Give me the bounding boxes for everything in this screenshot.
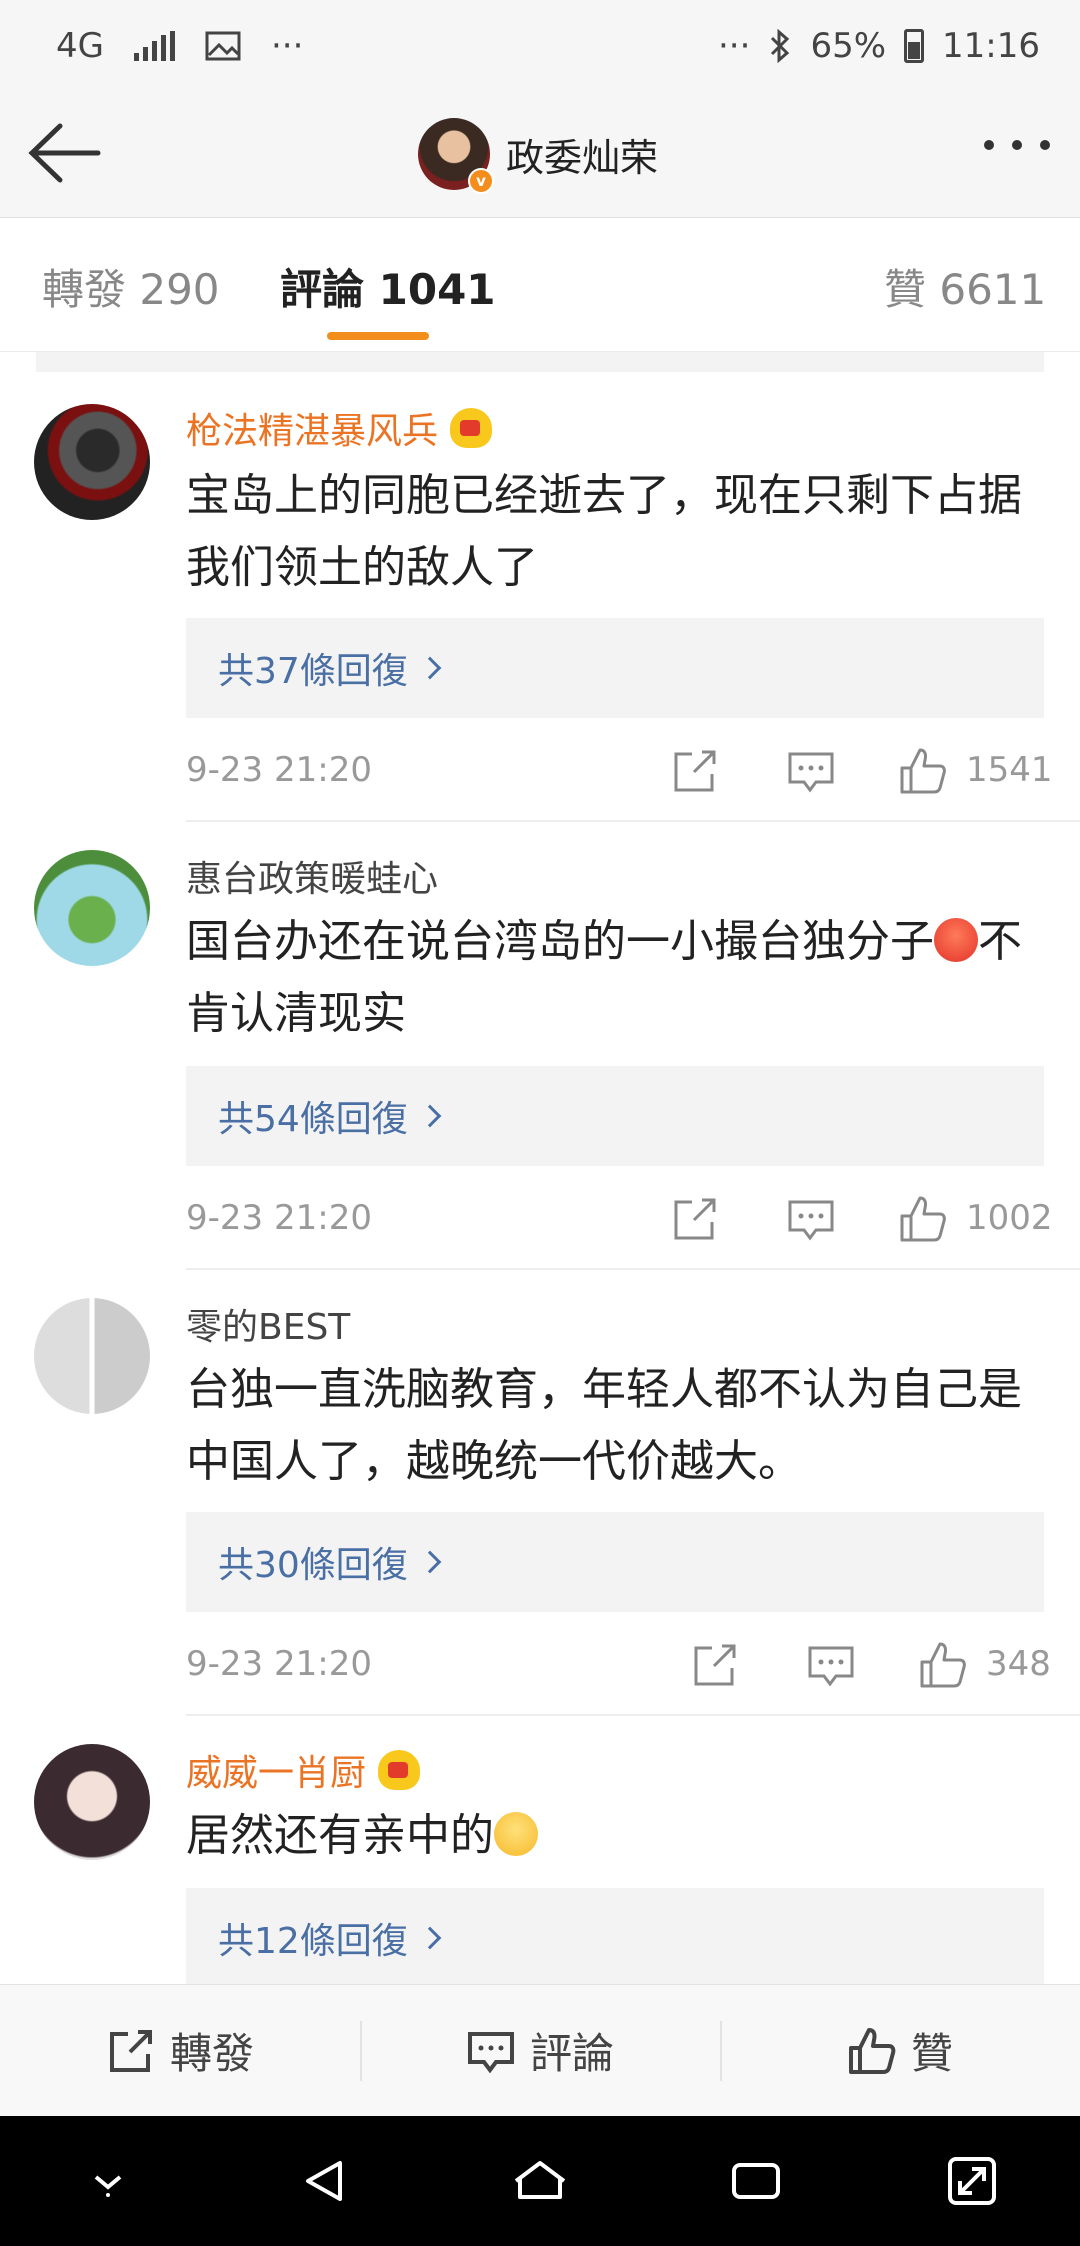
share-icon[interactable] bbox=[670, 746, 720, 796]
home-icon[interactable] bbox=[510, 2151, 570, 2211]
tab-reposts[interactable]: 轉發 290 bbox=[42, 256, 220, 317]
comment-text: 台独一直洗脑教育，年轻人都不认为自己是中国人了，越晚统一代价越大。 bbox=[186, 1364, 1022, 1487]
battery-icon bbox=[904, 29, 925, 63]
comment-icon bbox=[467, 2031, 514, 2073]
share-icon[interactable] bbox=[690, 1640, 740, 1690]
divider bbox=[186, 1268, 1080, 1270]
clock: 11:16 bbox=[942, 26, 1040, 66]
comment-text-part: 国台办还在说台湾岛的一小撮台独分子 bbox=[186, 916, 934, 967]
repost-label: 轉發 bbox=[169, 2029, 254, 2078]
tab-bar: 轉發 290 評論 1041 贊 6611 bbox=[0, 218, 1080, 352]
divider bbox=[186, 1714, 1080, 1716]
image-icon bbox=[205, 31, 241, 61]
replies-link[interactable]: 共37條回復 bbox=[186, 618, 1044, 718]
crying-emoji-icon bbox=[494, 1812, 538, 1856]
username[interactable]: 惠台政策暖蛙心 bbox=[186, 850, 438, 902]
recent-apps-icon[interactable] bbox=[726, 2151, 786, 2211]
avatar[interactable] bbox=[34, 850, 150, 966]
comment-meta: 9-23 21:20 1002 bbox=[186, 1188, 1053, 1248]
share-icon bbox=[109, 2029, 152, 2072]
tab-indicator bbox=[327, 332, 429, 340]
comment-text-part: 居然还有亲中的 bbox=[186, 1810, 494, 1861]
avatar[interactable]: v bbox=[418, 118, 494, 194]
system-nav-bar bbox=[0, 2116, 1080, 2246]
avatar[interactable] bbox=[34, 1298, 150, 1414]
like-button[interactable]: 贊 bbox=[720, 1985, 1080, 2116]
replies-count[interactable]: 共54條回復 bbox=[218, 1090, 408, 1142]
vip-crown-icon bbox=[450, 408, 493, 448]
like-icon bbox=[848, 2027, 896, 2074]
chevron-right-icon bbox=[418, 656, 442, 680]
verified-badge-icon: v bbox=[468, 168, 494, 194]
status-bar: 4G ··· ··· 65% 11:16 bbox=[0, 0, 1080, 92]
more-options-icon[interactable] bbox=[984, 140, 1050, 150]
comment-icon[interactable] bbox=[806, 1640, 856, 1690]
expand-icon[interactable] bbox=[942, 2151, 1002, 2211]
back-triangle-icon[interactable] bbox=[294, 2151, 354, 2211]
comment-icon[interactable] bbox=[786, 1194, 836, 1244]
status-right: ··· 65% 11:16 bbox=[718, 26, 1040, 66]
replies-count[interactable]: 共12條回復 bbox=[218, 1912, 408, 1964]
bottom-action-bar: 轉發 評論 贊 bbox=[0, 1984, 1080, 2116]
comment-meta: 9-23 21:20 348 bbox=[186, 1634, 1051, 1694]
chevron-right-icon bbox=[418, 1550, 442, 1574]
comment-button[interactable]: 評論 bbox=[360, 1985, 720, 2116]
timestamp: 9-23 21:20 bbox=[186, 1644, 372, 1684]
like-count: 1541 bbox=[966, 750, 1053, 790]
like-label: 贊 bbox=[910, 2029, 953, 2078]
status-more-right: ··· bbox=[718, 26, 751, 66]
comment-icon[interactable] bbox=[786, 746, 836, 796]
repost-button[interactable]: 轉發 bbox=[0, 1985, 360, 2116]
tab-comments[interactable]: 評論 1041 bbox=[280, 256, 496, 317]
username[interactable]: 零的BEST bbox=[186, 1298, 350, 1350]
back-arrow-icon[interactable] bbox=[26, 118, 106, 188]
comment-text: 宝岛上的同胞已经逝去了，现在只剩下占据我们领土的敌人了 bbox=[186, 470, 1022, 593]
vip-crown-icon bbox=[378, 1750, 421, 1790]
tab-likes[interactable]: 贊 6611 bbox=[884, 256, 1046, 317]
like-icon[interactable] bbox=[898, 746, 948, 796]
nav-bar: v 政委灿荣 bbox=[0, 92, 1080, 218]
status-left: 4G ··· bbox=[56, 26, 303, 66]
replies-link[interactable]: 共30條回復 bbox=[186, 1512, 1044, 1612]
like-icon[interactable] bbox=[918, 1640, 968, 1690]
chevron-right-icon bbox=[418, 1926, 442, 1950]
replies-link[interactable]: 共54條回復 bbox=[186, 1066, 1044, 1166]
avatar[interactable] bbox=[34, 404, 150, 520]
signal-icon bbox=[133, 31, 175, 61]
page-title: 政委灿荣 bbox=[506, 135, 659, 180]
like-count: 1002 bbox=[966, 1198, 1053, 1238]
like-count: 348 bbox=[986, 1644, 1051, 1684]
comment-text: 国台办还在说台湾岛的一小撮台独分子 不肯认清现实 bbox=[186, 906, 1046, 1050]
angry-emoji-icon bbox=[934, 918, 978, 962]
nav-profile[interactable]: v 政委灿荣 bbox=[418, 118, 659, 194]
comment-label: 評論 bbox=[529, 2029, 614, 2078]
like-icon[interactable] bbox=[898, 1194, 948, 1244]
divider bbox=[186, 820, 1080, 822]
timestamp: 9-23 21:20 bbox=[186, 750, 372, 790]
comment-text: 居然还有亲中的 bbox=[186, 1800, 1046, 1872]
replies-link[interactable]: 共12條回復 bbox=[186, 1888, 1044, 1988]
divider bbox=[36, 352, 1044, 372]
chevron-down-icon[interactable] bbox=[78, 2151, 138, 2211]
comment-user[interactable]: 枪法精湛暴风兵 bbox=[186, 402, 493, 454]
chevron-right-icon bbox=[418, 1104, 442, 1128]
bluetooth-icon bbox=[771, 28, 790, 64]
replies-count[interactable]: 共37條回復 bbox=[218, 642, 408, 694]
username[interactable]: 威威一肖厨 bbox=[186, 1744, 366, 1796]
comment-user[interactable]: 零的BEST bbox=[186, 1298, 350, 1350]
share-icon[interactable] bbox=[670, 1194, 720, 1244]
replies-count[interactable]: 共30條回復 bbox=[218, 1536, 408, 1588]
username[interactable]: 枪法精湛暴风兵 bbox=[186, 402, 438, 454]
comment-user[interactable]: 威威一肖厨 bbox=[186, 1744, 421, 1796]
network-label: 4G bbox=[56, 26, 104, 66]
comment-meta: 9-23 21:20 1541 bbox=[186, 740, 1053, 800]
timestamp: 9-23 21:20 bbox=[186, 1198, 372, 1238]
avatar[interactable] bbox=[34, 1744, 150, 1860]
status-more: ··· bbox=[270, 26, 304, 66]
battery-percent: 65% bbox=[810, 26, 887, 66]
comment-user[interactable]: 惠台政策暖蛙心 bbox=[186, 850, 438, 902]
